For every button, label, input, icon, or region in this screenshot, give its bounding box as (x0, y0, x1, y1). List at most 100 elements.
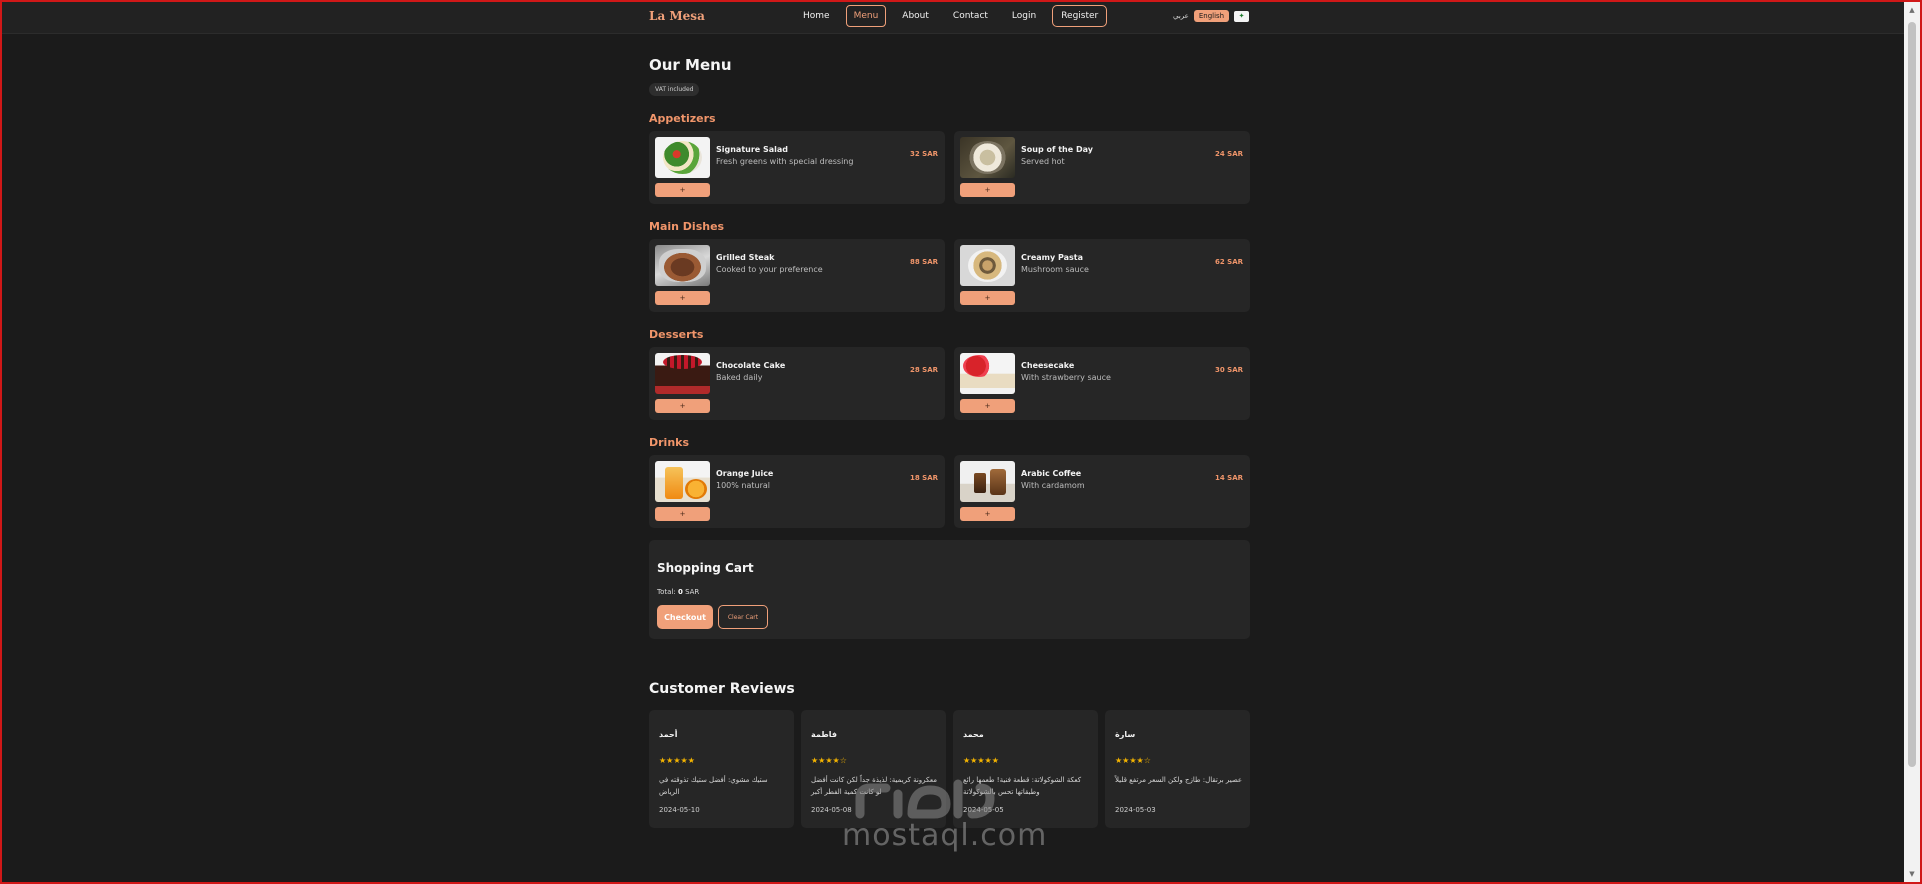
review-date: 2024-05-03 (1115, 806, 1156, 814)
nav-links: Home Menu About Contact Login Register (795, 5, 1108, 27)
item-description: Served hot (1021, 157, 1065, 166)
item-name: Soup of the Day (1021, 145, 1093, 154)
add-to-cart-button[interactable]: + (655, 291, 710, 305)
menu-item-card: Chocolate Cake Baked daily 28 SAR + (649, 347, 945, 420)
add-to-cart-button[interactable]: + (655, 399, 710, 413)
menu-item-card: Cheesecake With strawberry sauce 30 SAR … (954, 347, 1250, 420)
coffee-image (960, 461, 1015, 502)
item-description: 100% natural (716, 481, 771, 490)
scroll-down-arrow-icon[interactable]: ▼ (1904, 866, 1920, 882)
review-text: ستيك مشوي: أفضل ستيك تذوقته في الرياض (659, 776, 768, 796)
language-switcher: عربي English ✦ (1173, 10, 1250, 22)
scrollbar-thumb[interactable] (1908, 22, 1916, 767)
item-description: With strawberry sauce (1021, 373, 1111, 382)
cheesecake-image (960, 353, 1015, 394)
nav-link-about[interactable]: About (894, 5, 937, 27)
nav-link-menu[interactable]: Menu (845, 5, 887, 27)
lang-english-button[interactable]: English (1193, 10, 1230, 22)
category-title-desserts: Desserts (649, 328, 704, 341)
review-card: سارة ★★★★☆ عصير برتقال: طازج ولكن السعر … (1105, 710, 1250, 828)
review-text: معكرونة كريمية: لذيذة جداً لكن كانت أفضل… (811, 776, 938, 796)
checkout-button[interactable]: Checkout (657, 605, 713, 629)
register-button[interactable]: Register (1052, 5, 1108, 27)
soup-image (960, 137, 1015, 178)
category-grid-drinks: Orange Juice 100% natural 18 SAR + Arabi… (649, 455, 1250, 528)
star-rating-icon: ★★★★☆ (811, 756, 847, 765)
category-title-drinks: Drinks (649, 436, 690, 449)
steak-image (655, 245, 710, 286)
nav-link-home[interactable]: Home (795, 5, 838, 27)
menu-item-card: Arabic Coffee With cardamom 14 SAR + (954, 455, 1250, 528)
brand-logo[interactable]: La Mesa (649, 9, 705, 23)
item-price: 18 SAR (909, 474, 938, 482)
star-rating-icon: ★★★★☆ (1115, 756, 1151, 765)
juice-image (655, 461, 710, 502)
item-description: Mushroom sauce (1021, 265, 1089, 274)
item-price: 14 SAR (1214, 474, 1243, 482)
review-card: أحمد ★★★★★ ستيك مشوي: أفضل ستيك تذوقته ف… (649, 710, 794, 828)
clear-cart-button[interactable]: Clear Cart (718, 605, 768, 629)
add-to-cart-button[interactable]: + (655, 183, 710, 197)
item-description: Fresh greens with special dressing (716, 157, 854, 166)
category-grid-appetizers: Signature Salad Fresh greens with specia… (649, 131, 1250, 204)
item-description: Baked daily (716, 373, 763, 382)
item-price: 88 SAR (909, 258, 938, 266)
star-rating-icon: ★★★★★ (659, 756, 695, 765)
reviewer-name: فاطمة (811, 730, 837, 739)
scroll-up-arrow-icon[interactable]: ▲ (1904, 2, 1920, 18)
main-content: Our Menu VAT included Appetizers Signatu… (649, 56, 1250, 828)
cart-title: Shopping Cart (657, 561, 754, 575)
menu-item-card: Signature Salad Fresh greens with specia… (649, 131, 945, 204)
item-price: 30 SAR (1214, 366, 1243, 374)
reviewer-name: محمد (963, 730, 984, 739)
review-date: 2024-05-08 (811, 806, 852, 814)
flag-icon[interactable]: ✦ (1234, 10, 1250, 22)
review-card: محمد ★★★★★ كعكة الشوكولاتة: قطعة فنية! ط… (953, 710, 1098, 828)
lang-arabic-button[interactable]: عربي (1173, 12, 1189, 20)
item-price: 28 SAR (909, 366, 938, 374)
reviews-title: Customer Reviews (649, 681, 795, 697)
cake-image (655, 353, 710, 394)
page-title: Our Menu (649, 56, 732, 74)
item-description: With cardamom (1021, 481, 1085, 490)
salad-image (655, 137, 710, 178)
review-text: عصير برتقال: طازج ولكن السعر مرتفع قليلا… (1115, 776, 1243, 784)
add-to-cart-button[interactable]: + (960, 399, 1015, 413)
menu-item-card: Grilled Steak Cooked to your preference … (649, 239, 945, 312)
category-grid-main-dishes: Grilled Steak Cooked to your preference … (649, 239, 1250, 312)
reviewer-name: سارة (1115, 730, 1136, 739)
add-to-cart-button[interactable]: + (655, 507, 710, 521)
page-scrollbar[interactable]: ▲ ▼ (1904, 2, 1920, 882)
category-grid-desserts: Chocolate Cake Baked daily 28 SAR + Chee… (649, 347, 1250, 420)
item-description: Cooked to your preference (716, 265, 823, 274)
item-name: Creamy Pasta (1021, 253, 1084, 262)
cart-total-value: 0 (677, 588, 683, 596)
vat-badge: VAT included (649, 83, 700, 96)
item-name: Arabic Coffee (1021, 469, 1082, 478)
review-date: 2024-05-05 (963, 806, 1004, 814)
item-name: Chocolate Cake (716, 361, 786, 370)
menu-item-card: Creamy Pasta Mushroom sauce 62 SAR + (954, 239, 1250, 312)
review-text: كعكة الشوكولاتة: قطعة فنية! طعمها رائع و… (963, 776, 1082, 796)
item-price: 24 SAR (1214, 150, 1243, 158)
menu-item-card: Orange Juice 100% natural 18 SAR + (649, 455, 945, 528)
shopping-cart: Shopping Cart Total: 0 SAR Checkout Clea… (649, 540, 1250, 639)
cart-total: Total: 0 SAR (657, 588, 699, 596)
item-price: 32 SAR (909, 150, 938, 158)
category-title-main-dishes: Main Dishes (649, 220, 725, 233)
add-to-cart-button[interactable]: + (960, 183, 1015, 197)
review-card: فاطمة ★★★★☆ معكرونة كريمية: لذيذة جداً ل… (801, 710, 946, 828)
navbar: La Mesa Home Menu About Contact Login Re… (0, 0, 1922, 34)
review-date: 2024-05-10 (659, 806, 700, 814)
item-name: Cheesecake (1021, 361, 1075, 370)
item-name: Signature Salad (716, 145, 789, 154)
reviewer-name: أحمد (659, 730, 678, 739)
nav-link-contact[interactable]: Contact (945, 5, 996, 27)
add-to-cart-button[interactable]: + (960, 291, 1015, 305)
category-title-appetizers: Appetizers (649, 112, 716, 125)
star-rating-icon: ★★★★★ (963, 756, 999, 765)
add-to-cart-button[interactable]: + (960, 507, 1015, 521)
nav-link-login[interactable]: Login (1004, 5, 1044, 27)
pasta-image (960, 245, 1015, 286)
item-price: 62 SAR (1214, 258, 1243, 266)
